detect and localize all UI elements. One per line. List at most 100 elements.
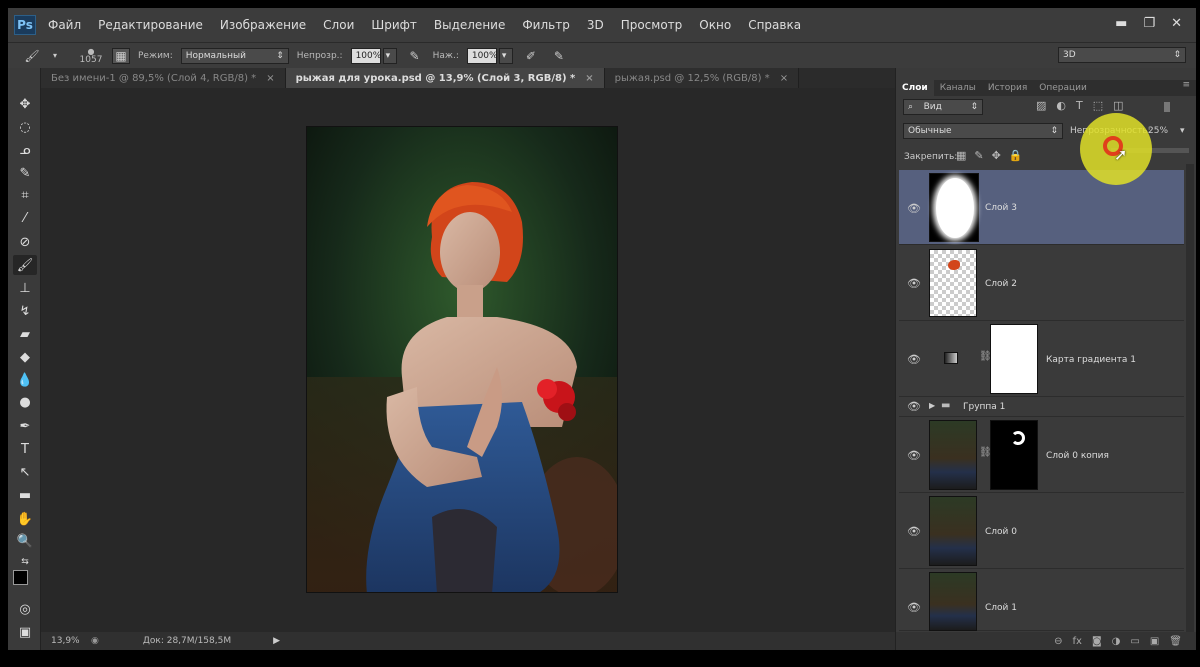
new-layer-icon[interactable]: ▣: [1150, 636, 1159, 647]
menu-filter[interactable]: Фильтр: [522, 18, 569, 32]
healing-brush-tool-icon[interactable]: ⊘: [13, 232, 37, 252]
foreground-color-swatch[interactable]: [13, 570, 28, 585]
eye-icon[interactable]: 👁: [907, 277, 921, 290]
menu-image[interactable]: Изображение: [220, 18, 306, 32]
chevron-down-icon[interactable]: ▾: [50, 51, 60, 60]
close-icon[interactable]: ✕: [1171, 16, 1182, 31]
layer-filter-select[interactable]: ⌕ Вид ⇕: [903, 99, 983, 115]
clone-stamp-tool-icon[interactable]: ⊥: [13, 278, 37, 298]
blur-tool-icon[interactable]: 💧: [13, 370, 37, 390]
menu-help[interactable]: Справка: [748, 18, 801, 32]
rectangle-tool-icon[interactable]: ▬: [13, 485, 37, 505]
history-brush-tool-icon[interactable]: ↯: [13, 301, 37, 321]
menu-file[interactable]: Файл: [48, 18, 81, 32]
path-select-tool-icon[interactable]: ↖: [13, 462, 37, 482]
tab-channels[interactable]: Каналы: [934, 80, 982, 96]
flow-input[interactable]: 100%: [466, 47, 498, 64]
layer-row-0-copy[interactable]: 👁 ⛓ Слой 0 копия: [899, 417, 1184, 493]
tab-layers[interactable]: Слои: [896, 80, 934, 96]
eyedropper-tool-icon[interactable]: ⁄: [13, 208, 37, 228]
flow-dropdown-icon[interactable]: ▾: [498, 47, 513, 64]
brush-panel-icon[interactable]: ▦: [112, 47, 130, 64]
layer-row-2[interactable]: 👁 Слой 2: [899, 245, 1184, 321]
shape-filter-icon[interactable]: ⬚: [1093, 99, 1103, 112]
zoom-level[interactable]: 13,9%: [51, 636, 87, 646]
lock-pixels-icon[interactable]: ✎: [974, 149, 983, 162]
close-icon[interactable]: ×: [780, 73, 788, 84]
opacity-input[interactable]: 100%: [350, 47, 381, 64]
layer-row-1[interactable]: 👁 Слой 1: [899, 569, 1184, 631]
zoom-tool-icon[interactable]: 🔍: [13, 531, 37, 551]
menu-select[interactable]: Выделение: [434, 18, 505, 32]
layer-name[interactable]: Слой 1: [985, 603, 1017, 613]
filter-toggle[interactable]: [1164, 102, 1170, 112]
trash-icon[interactable]: 🗑: [1169, 636, 1182, 647]
layers-scrollbar[interactable]: [1186, 164, 1194, 634]
marquee-tool-icon[interactable]: ◌: [13, 117, 37, 137]
pressure-opacity-icon[interactable]: ✎: [405, 49, 425, 63]
quick-select-tool-icon[interactable]: ✎: [13, 163, 37, 183]
layer-name[interactable]: Слой 2: [985, 279, 1017, 289]
layer-row-3[interactable]: 👁 Слой 3: [899, 170, 1184, 245]
eye-icon[interactable]: 👁: [907, 525, 921, 538]
eye-icon[interactable]: 👁: [907, 601, 921, 614]
eye-icon[interactable]: 👁: [907, 400, 921, 413]
image-filter-icon[interactable]: ▨: [1036, 99, 1046, 112]
adjustment-layer-icon[interactable]: ◑: [1112, 636, 1121, 647]
document-image[interactable]: [306, 126, 618, 593]
layer-row-gradient-map[interactable]: 👁 ⛓ Карта градиента 1: [899, 321, 1184, 397]
expand-arrow-icon[interactable]: ▶: [929, 401, 935, 410]
tab-history[interactable]: История: [982, 80, 1033, 96]
menu-window[interactable]: Окно: [699, 18, 731, 32]
lock-all-icon[interactable]: 🔒: [1009, 149, 1023, 162]
close-icon[interactable]: ×: [585, 73, 593, 84]
layer-name[interactable]: Слой 0: [985, 527, 1017, 537]
eraser-tool-icon[interactable]: ▰: [13, 324, 37, 344]
brush-tool-icon[interactable]: 🖌: [22, 49, 42, 63]
type-filter-icon[interactable]: T: [1076, 99, 1083, 112]
layer-name[interactable]: Слой 3: [985, 203, 1017, 213]
layer-row-group[interactable]: 👁 ▶ ▬ Группа 1: [899, 397, 1184, 417]
eye-icon[interactable]: 👁: [907, 353, 921, 366]
fx-icon[interactable]: fx: [1073, 636, 1082, 647]
hand-tool-icon[interactable]: ✋: [13, 509, 37, 529]
tab-actions[interactable]: Операции: [1033, 80, 1093, 96]
restore-icon[interactable]: ❐: [1143, 16, 1155, 31]
crop-tool-icon[interactable]: ⌗: [13, 185, 37, 205]
move-tool-icon[interactable]: ✥: [13, 94, 37, 114]
menu-edit[interactable]: Редактирование: [98, 18, 203, 32]
link-layers-icon[interactable]: ⊖: [1054, 636, 1062, 647]
brush-tool-icon[interactable]: 🖌: [13, 255, 37, 275]
airbrush-icon[interactable]: ✐: [521, 49, 541, 63]
brush-preset-picker[interactable]: ● 1057: [78, 47, 104, 65]
tab-document[interactable]: Без имени-1 @ 89,5% (Слой 4, RGB/8) * ×: [41, 68, 286, 88]
blend-mode-select[interactable]: Обычные ⇕: [903, 123, 1063, 139]
menu-3d[interactable]: 3D: [587, 18, 604, 32]
minimize-icon[interactable]: ▬: [1115, 16, 1127, 31]
pressure-size-icon[interactable]: ✎: [549, 49, 569, 63]
menu-layers[interactable]: Слои: [323, 18, 354, 32]
add-mask-icon[interactable]: ◙: [1092, 636, 1102, 647]
doc-info-icon[interactable]: ◉: [91, 636, 99, 646]
layer-name[interactable]: Слой 0 копия: [1046, 451, 1109, 461]
screen-mode-icon[interactable]: ▣: [13, 622, 37, 642]
panel-menu-icon[interactable]: ≡: [1182, 80, 1190, 90]
lock-position-icon[interactable]: ✥: [992, 149, 1001, 162]
paint-bucket-tool-icon[interactable]: ◆: [13, 347, 37, 367]
chevron-down-icon[interactable]: ▾: [1180, 126, 1185, 136]
layer-name[interactable]: Карта градиента 1: [1046, 355, 1136, 365]
smartobject-filter-icon[interactable]: ◫: [1113, 99, 1123, 112]
layer-row-0[interactable]: 👁 Слой 0: [899, 493, 1184, 569]
layer-name[interactable]: Группа 1: [963, 402, 1005, 412]
pen-tool-icon[interactable]: ✒: [13, 416, 37, 436]
play-arrow-icon[interactable]: ▶: [273, 636, 280, 646]
eye-icon[interactable]: 👁: [907, 202, 921, 215]
lasso-tool-icon[interactable]: ᓄ: [13, 140, 37, 160]
tab-document[interactable]: рыжая.psd @ 12,5% (RGB/8) * ×: [604, 68, 800, 88]
opacity-value[interactable]: 25%: [1148, 126, 1168, 136]
quick-mask-icon[interactable]: ◎: [13, 599, 37, 619]
close-icon[interactable]: ×: [266, 73, 274, 84]
adjustment-filter-icon[interactable]: ◐: [1056, 99, 1066, 112]
workspace-select[interactable]: 3D ⇕: [1058, 47, 1186, 63]
menu-type[interactable]: Шрифт: [371, 18, 417, 32]
